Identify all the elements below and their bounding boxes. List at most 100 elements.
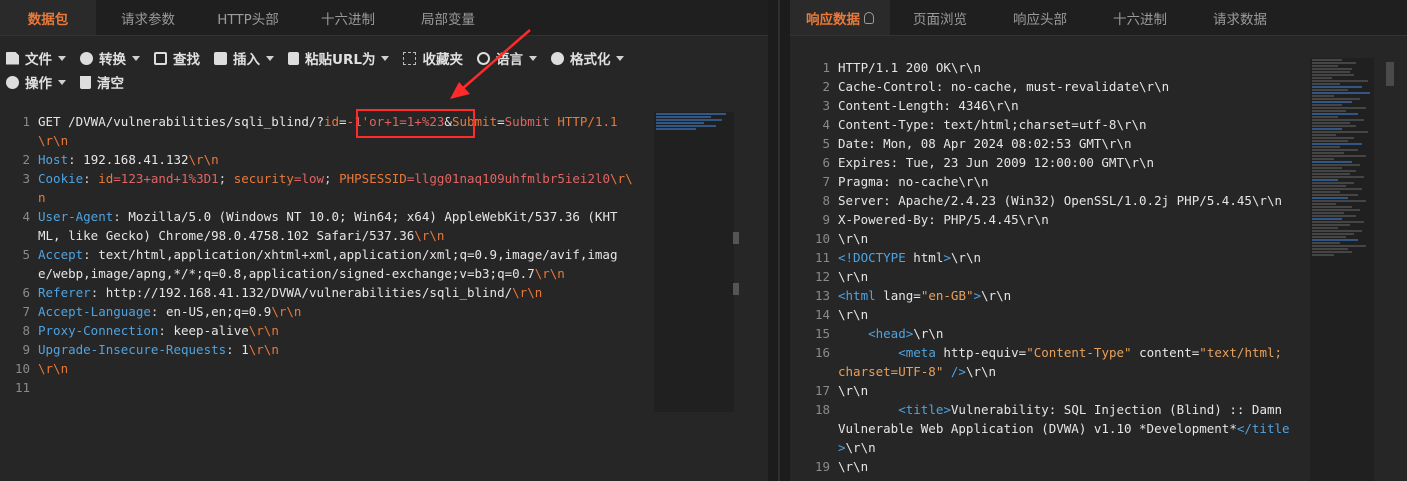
convert-icon [80, 51, 93, 65]
request-minimap[interactable] [654, 112, 734, 412]
search-icon [154, 51, 167, 65]
http-method: GET [38, 114, 61, 129]
format-icon [550, 51, 564, 65]
code-line: 4 Content-Type: text/html;charset=utf-8\r… [790, 115, 1300, 134]
cookie-name: id [98, 171, 114, 186]
clear-button[interactable]: 清空 [80, 72, 124, 92]
line-number: 2 [822, 79, 830, 94]
scrollbar-thumb[interactable] [733, 232, 739, 244]
line-number: 12 [814, 269, 830, 284]
code-line: \r\n [0, 131, 650, 150]
line-number: 6 [22, 285, 30, 300]
code-line: 1 GET /DVWA/vulnerabilities/sqli_blind/?i… [0, 112, 650, 131]
tab-packet[interactable]: 数据包 [0, 0, 96, 35]
param-equals: = [497, 114, 505, 129]
tab-http-headers[interactable]: HTTP头部 [200, 0, 296, 35]
convert-menu[interactable]: 转换 [80, 48, 140, 68]
tab-page-preview[interactable]: 页面浏览 [890, 0, 990, 35]
crlf-marker: \r\ [610, 171, 633, 186]
header-value: 1 [241, 342, 249, 357]
cookie-name: PHPSESSID [339, 171, 407, 186]
header-name: Referer [38, 285, 91, 300]
line-number: 7 [822, 174, 830, 189]
code-line: e/webp,image/apng,*/*;q=0.8,application/… [0, 264, 650, 283]
response-editor[interactable]: 1 HTTP/1.1 200 OK\r\n 2 Cache-Control: no-… [790, 58, 1300, 476]
chevron-down-icon [132, 55, 140, 61]
file-menu[interactable]: 文件 [6, 48, 66, 68]
format-menu[interactable]: 格式化 [550, 48, 625, 68]
tab-local-variables[interactable]: 局部变量 [400, 0, 496, 35]
favorites-button[interactable]: 收藏夹 [403, 48, 463, 68]
code-line: 10 \r\n [790, 229, 1300, 248]
tab-hex[interactable]: 十六进制 [300, 0, 396, 35]
code-line: ML, like Gecko) Chrome/98.0.4758.102 Saf… [0, 226, 650, 245]
tab-request-params[interactable]: 请求参数 [100, 0, 196, 35]
line-number: 6 [822, 155, 830, 170]
crlf-marker: \r\n [248, 323, 279, 338]
line-number: 4 [822, 117, 830, 132]
tab-response-data[interactable]: 响应数据 [790, 0, 890, 35]
code-line: 16 <meta http-equiv = "Content-Type" conte… [790, 343, 1300, 362]
chevron-down-icon [58, 55, 66, 61]
header-name: Accept [38, 247, 84, 262]
insert-menu[interactable]: 插入 [214, 48, 274, 68]
cookie-value: =123+and+1%3D1 [113, 171, 219, 186]
find-button[interactable]: 查找 [154, 48, 200, 68]
tab-request-data[interactable]: 请求数据 [1190, 0, 1290, 35]
code-line: 2 Host: 192.168.41.132 \r\n [0, 150, 650, 169]
cookie-value: =llgg01naq109uhfmlbr5iei2l0 [406, 171, 611, 186]
trash-icon [80, 75, 91, 89]
code-line: 7 Accept-Language: en-US,en;q=0.9 \r\n [0, 302, 650, 321]
chevron-down-icon [266, 55, 274, 61]
paste-url-menu[interactable]: 粘贴URL为 [288, 48, 390, 68]
header-value: http://192.168.41.132/DVWA/vulnerabiliti… [105, 285, 513, 300]
code-line: 8 Proxy-Connection: keep-alive \r\n [0, 321, 650, 340]
header-value: Mozilla/5.0 (Windows NT 10.0; Win64; x64… [128, 209, 618, 224]
response-minimap[interactable] [1310, 58, 1374, 481]
code-line: 10 \r\n [0, 359, 650, 378]
code-line: charset=UTF-8" /> \r\n [838, 364, 997, 379]
line-number: 11 [14, 380, 30, 395]
line-number: 5 [22, 247, 30, 262]
response-tabbar: 响应数据 页面浏览 响应头部 十六进制 请求数据 [790, 0, 1407, 36]
code-line: 2 Cache-Control: no-cache, must-revalidat… [790, 77, 1300, 96]
scrollbar-thumb[interactable] [1386, 62, 1394, 86]
insert-menu-label: 插入 [233, 52, 260, 68]
lightbulb-icon [864, 11, 874, 24]
language-menu[interactable]: 语言 [476, 48, 537, 68]
pane-splitter[interactable] [768, 0, 790, 481]
code-line: 8 Server: Apache/2.4.23 (Win32) OpenSSL/1… [790, 191, 1300, 210]
line-number: 7 [22, 304, 30, 319]
line-number: 4 [22, 209, 30, 224]
crlf-marker: \r\n [248, 342, 279, 357]
header-value: 192.168.41.132 [83, 152, 189, 167]
request-editor[interactable]: 1 GET /DVWA/vulnerabilities/sqli_blind/?i… [0, 112, 650, 397]
code-line: 11 [0, 378, 650, 397]
line-number: 3 [22, 171, 30, 186]
line-number: 9 [822, 212, 830, 227]
code-line: 14 \r\n [790, 305, 1300, 324]
code-line: 1 HTTP/1.1 200 OK\r\n [790, 58, 1300, 77]
tab-hex[interactable]: 十六进制 [1090, 0, 1190, 35]
header-value: en-US,en;q=0.9 [165, 304, 272, 319]
request-toolbar: 文件 转换 查找 插入 粘贴URL为 收藏夹 语言 格式化 操作 清空 [0, 46, 768, 94]
code-line: 6 Referer: http://192.168.41.132/DVWA/vul… [0, 283, 650, 302]
favorites-button-label: 收藏夹 [422, 52, 463, 68]
star-icon [403, 51, 417, 65]
scrollbar-thumb[interactable] [733, 283, 739, 295]
crlf-marker: \r\n [271, 304, 302, 319]
code-line: 13 <html lang = "en-GB" > \r\n [790, 286, 1300, 305]
line-number: 11 [814, 250, 830, 265]
header-name: Proxy-Connection [38, 323, 159, 338]
chevron-down-icon [616, 55, 625, 61]
code-line: 3 Content-Length: 4346\r\n [790, 96, 1300, 115]
header-name: Accept-Language [38, 304, 151, 319]
tab-response-headers[interactable]: 响应头部 [990, 0, 1090, 35]
line-number: 19 [814, 459, 830, 474]
header-name: Upgrade-Insecure-Requests [38, 342, 227, 357]
header-value: ML, like Gecko) Chrome/98.0.4758.102 Saf… [38, 228, 415, 243]
code-line: 3 Cookie: id =123+and+1%3D1; security =low;… [0, 169, 650, 188]
operate-menu[interactable]: 操作 [6, 72, 66, 92]
header-name: Cookie [38, 171, 84, 186]
line-number: 17 [814, 383, 830, 398]
